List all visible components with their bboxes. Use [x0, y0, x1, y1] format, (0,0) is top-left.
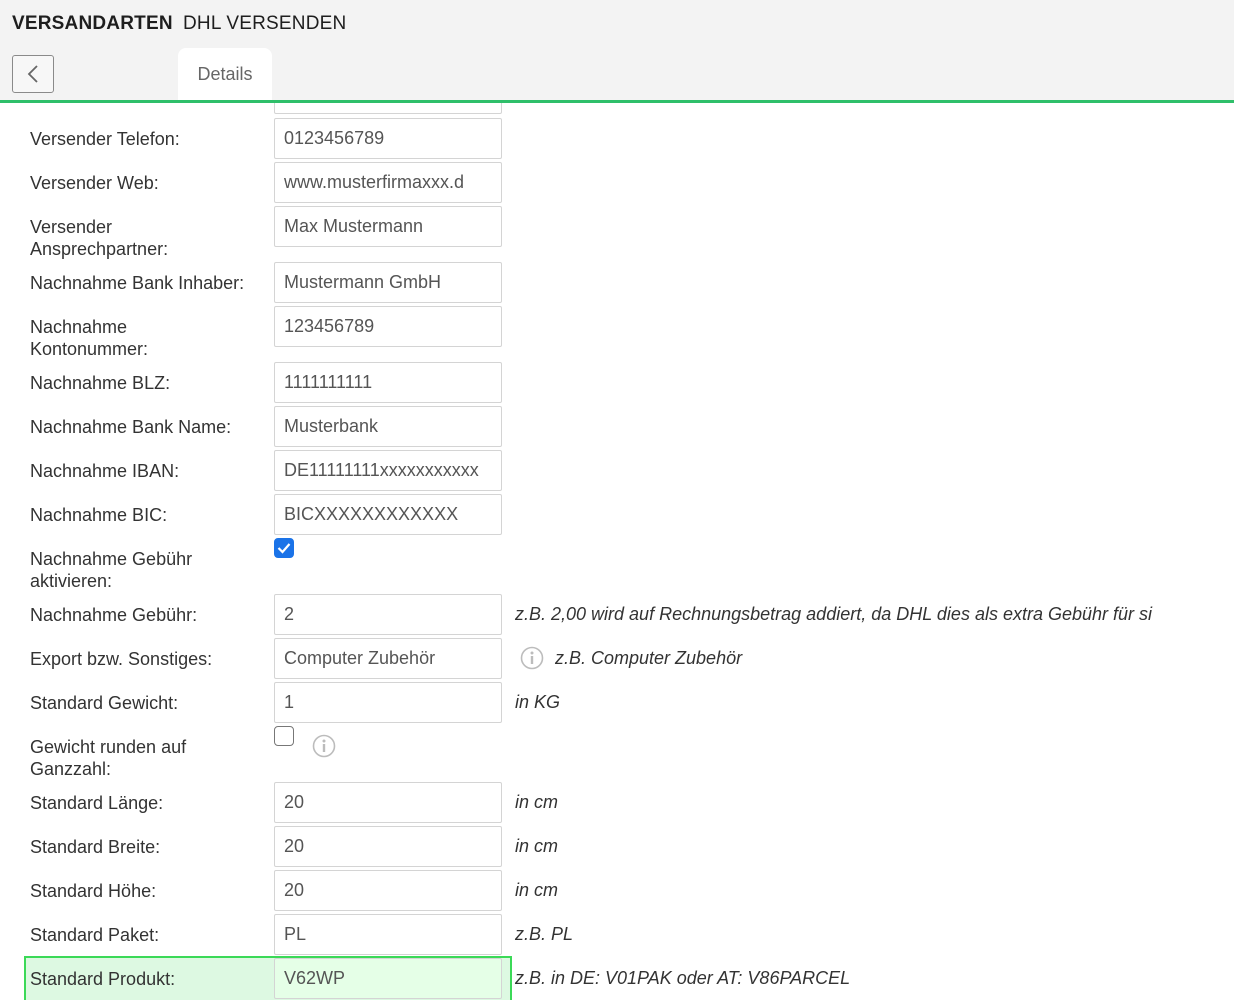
label-standard-gewicht: Standard Gewicht: [30, 693, 179, 713]
label-standard-laenge: Standard Länge: [30, 793, 164, 813]
input-standard-produkt[interactable]: V62WP [274, 958, 502, 999]
input-standard-laenge[interactable]: 20 [274, 782, 502, 823]
label-nachnahme-gebuehr: Nachnahme Gebühr: [30, 605, 198, 625]
back-button[interactable] [12, 55, 54, 93]
label-nachnahme-gebuehr-aktivieren: Nachnahme Gebühr aktivieren: [30, 549, 193, 591]
input-nachnahme-bank-name[interactable]: Musterbank [274, 406, 502, 447]
hint-nachnahme-gebuehr: z.B. 2,00 wird auf Rechnungsbetrag addie… [515, 604, 1153, 624]
top-bar: VERSANDARTEN DHL VERSENDEN Details [0, 0, 1234, 101]
hint-standard-breite: in cm [515, 836, 559, 856]
label-standard-paket: Standard Paket: [30, 925, 160, 945]
label-nachnahme-blz: Nachnahme BLZ: [30, 373, 171, 393]
label-gewicht-runden: Gewicht runden auf Ganzzahl: [30, 737, 187, 779]
checkmark-icon [277, 543, 291, 554]
input-nachnahme-gebuehr[interactable]: 2 [274, 594, 502, 635]
input-standard-paket[interactable]: PL [274, 914, 502, 955]
label-standard-hoehe: Standard Höhe: [30, 881, 157, 901]
input-nachnahme-kontonummer[interactable]: 123456789 [274, 306, 502, 347]
hint-export-sonstiges: z.B. Computer Zubehör [555, 648, 743, 668]
info-icon[interactable] [520, 646, 544, 670]
hint-standard-hoehe: in cm [515, 880, 559, 900]
input-standard-hoehe[interactable]: 20 [274, 870, 502, 911]
label-nachnahme-iban: Nachnahme IBAN: [30, 461, 180, 481]
info-icon[interactable] [312, 734, 336, 758]
form-content: Versender Telefon: 0123456789 Versender … [0, 103, 1234, 1000]
input-versender-ansprechpartner[interactable]: Max Mustermann [274, 206, 502, 247]
input-nachnahme-iban[interactable]: DE11111111xxxxxxxxxxx [274, 450, 502, 491]
label-standard-produkt: Standard Produkt: [30, 969, 176, 989]
input-export-sonstiges[interactable]: Computer Zubehör [274, 638, 502, 679]
label-versender-telefon: Versender Telefon: [30, 129, 180, 149]
hint-standard-laenge: in cm [515, 792, 559, 812]
input-versender-web[interactable]: www.musterfirmaxxx.d [274, 162, 502, 203]
input-versender-telefon[interactable]: 0123456789 [274, 118, 502, 159]
label-nachnahme-bic: Nachnahme BIC: [30, 505, 168, 525]
checkbox-gewicht-runden[interactable] [274, 726, 294, 746]
label-export-sonstiges: Export bzw. Sonstiges: [30, 649, 213, 669]
label-versender-ansprechpartner: Versender Ansprechpartner: [30, 217, 169, 259]
checkbox-nachnahme-gebuehr-aktivieren[interactable] [274, 538, 294, 558]
label-standard-breite: Standard Breite: [30, 837, 161, 857]
label-versender-web: Versender Web: [30, 173, 159, 193]
label-nachnahme-bank-inhaber: Nachnahme Bank Inhaber: [30, 273, 245, 293]
hint-standard-paket: z.B. PL [515, 924, 574, 944]
tab-details[interactable]: Details [178, 48, 272, 101]
label-nachnahme-bank-name: Nachnahme Bank Name: [30, 417, 232, 437]
hint-standard-produkt: z.B. in DE: V01PAK oder AT: V86PARCEL [515, 968, 851, 988]
input-nachnahme-blz[interactable]: 1111111111 [274, 362, 502, 403]
hint-standard-gewicht: in KG [515, 692, 561, 712]
input-nachnahme-bank-inhaber[interactable]: Mustermann GmbH [274, 262, 502, 303]
label-nachnahme-kontonummer: Nachnahme Kontonummer: [30, 317, 149, 359]
input-nachnahme-bic[interactable]: BICXXXXXXXXXXXX [274, 494, 502, 535]
chevron-left-icon [27, 65, 38, 83]
input-standard-gewicht[interactable]: 1 [274, 682, 502, 723]
page-subtitle: DHL VERSENDEN [183, 13, 347, 34]
input-partial-top[interactable] [274, 103, 502, 114]
input-standard-breite[interactable]: 20 [274, 826, 502, 867]
page-title: VERSANDARTEN [12, 13, 173, 34]
